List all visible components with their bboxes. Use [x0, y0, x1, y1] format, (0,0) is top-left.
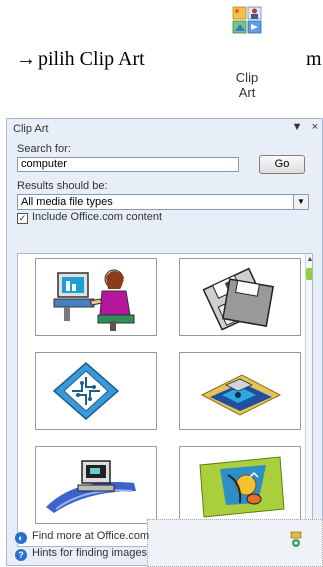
- clip-art-icon: [232, 6, 262, 34]
- help-icon: ?: [15, 549, 27, 561]
- results-grid: ▲ ▼: [17, 253, 313, 547]
- chevron-down-icon[interactable]: ▼: [293, 195, 308, 209]
- caption-text: pilih Clip Art: [38, 48, 145, 70]
- caption-line: → pilih Clip Art Clip Art m: [0, 0, 323, 100]
- search-label: Search for:: [17, 143, 71, 155]
- ribbon-label-line2: Art: [238, 85, 256, 100]
- thumbnail-6[interactable]: [179, 446, 301, 524]
- media-type-select[interactable]: All media file types ▼: [17, 194, 309, 210]
- thumbnail-5[interactable]: [35, 446, 157, 524]
- results-label: Results should be:: [17, 180, 108, 192]
- office-globe-icon: ◐: [15, 532, 27, 544]
- scroll-thumb[interactable]: [306, 268, 312, 280]
- scroll-up-icon[interactable]: ▲: [306, 256, 312, 263]
- find-more-label: Find more at Office.com: [32, 530, 150, 542]
- go-button[interactable]: Go: [259, 155, 305, 174]
- clip-art-pane: Clip Art ▼ × Search for: computer Go Res…: [6, 118, 323, 567]
- ribbon-clip-art-button[interactable]: Clip Art: [230, 4, 264, 100]
- media-type-value: All media file types: [21, 196, 113, 208]
- arrow-glyph: →: [16, 48, 36, 70]
- computer-mouse-icon: [199, 456, 285, 518]
- results-scrollbar[interactable]: ▲ ▼: [305, 254, 312, 546]
- hints-link[interactable]: ? Hints for finding images: [15, 547, 147, 561]
- ribbon-label: Clip Art: [230, 70, 264, 100]
- circuit-board-icon: [52, 362, 120, 420]
- include-office-label: Include Office.com content: [32, 211, 163, 223]
- pane-controls: ▼ ×: [286, 121, 318, 133]
- person-at-computer-icon: [53, 269, 135, 331]
- find-more-link[interactable]: ◐ Find more at Office.com: [15, 530, 149, 544]
- pane-title: Clip Art: [13, 123, 49, 135]
- hints-label: Hints for finding images: [32, 547, 147, 559]
- floppy-disk-icon: [200, 374, 282, 416]
- include-office-row[interactable]: ✓ Include Office.com content: [17, 211, 162, 224]
- search-input[interactable]: computer: [17, 157, 239, 172]
- ribbon-label-line1: Clip: [235, 70, 259, 85]
- pane-menu-icon[interactable]: ▼: [292, 121, 303, 133]
- close-icon[interactable]: ×: [312, 121, 318, 133]
- include-office-checkbox[interactable]: ✓: [17, 213, 28, 224]
- caption-tail: m: [306, 48, 322, 70]
- floppy-disks-icon: [202, 267, 275, 331]
- thumbnail-4[interactable]: [179, 352, 301, 430]
- organizer-icon[interactable]: [289, 531, 303, 549]
- thumbnail-3[interactable]: [35, 352, 157, 430]
- computer-hand-icon: [46, 460, 136, 513]
- thumbnail-1[interactable]: [35, 258, 157, 336]
- thumbnail-2[interactable]: [179, 258, 301, 336]
